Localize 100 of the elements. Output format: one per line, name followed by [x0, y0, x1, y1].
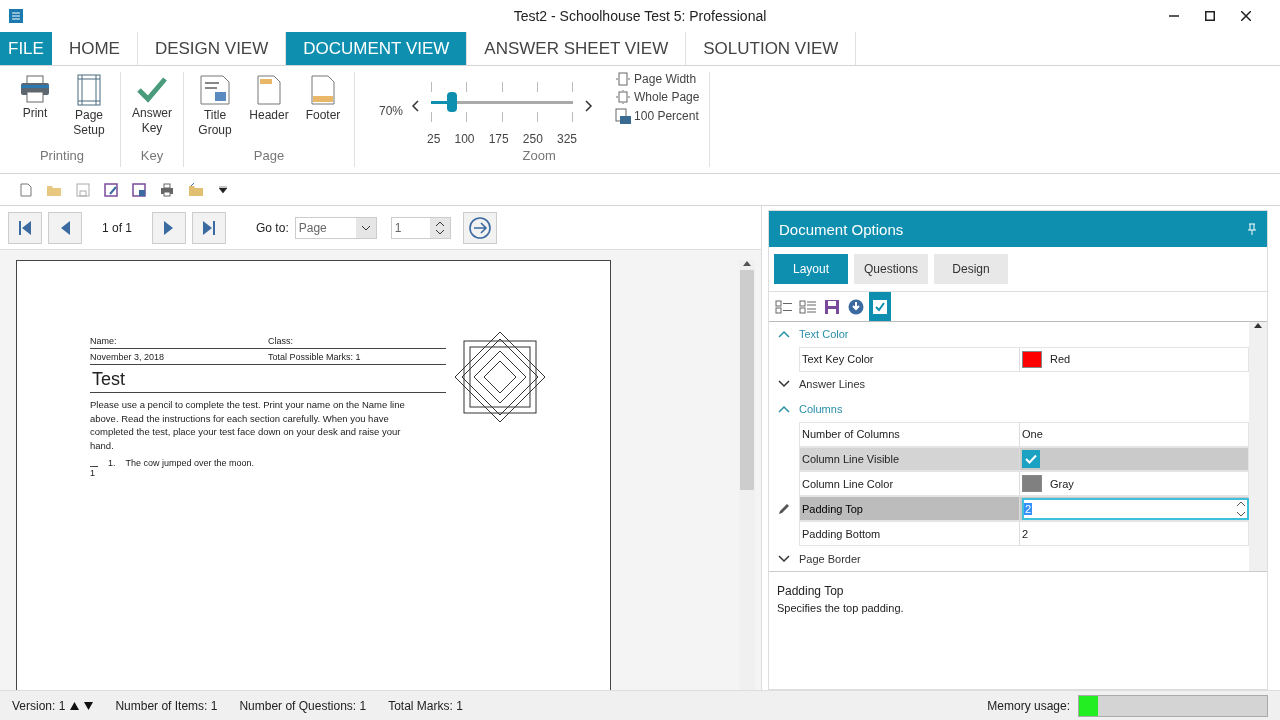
app-icon — [8, 8, 24, 24]
chevron-left-icon — [411, 100, 420, 112]
property-value-cell[interactable] — [1020, 446, 1249, 472]
tick-label: 325 — [557, 132, 577, 146]
question-number: 1. — [108, 458, 116, 470]
goto-type-dropdown[interactable]: Page — [294, 216, 377, 239]
ribbon-button[interactable]: Header — [244, 72, 294, 125]
pencil-icon — [778, 502, 790, 515]
ribbon-button[interactable]: Footer — [298, 72, 348, 125]
zoom-option[interactable]: 100 Percent — [615, 108, 700, 124]
property-name[interactable]: Number of Columns — [799, 421, 1020, 447]
group-label: Printing — [39, 148, 85, 165]
property-value: 2 — [1022, 527, 1029, 540]
expand-icon[interactable] — [778, 554, 790, 563]
save-template-icon[interactable] — [132, 182, 146, 197]
collapse-icon[interactable] — [778, 405, 790, 414]
previous-page-icon — [59, 219, 71, 236]
version-up-icon[interactable] — [70, 701, 80, 710]
ribbon-button[interactable]: Page Setup — [64, 72, 114, 140]
marks-count: Total Marks: 1 — [388, 698, 463, 713]
version-down-icon[interactable] — [84, 701, 94, 710]
group-label: Page — [253, 148, 285, 165]
minimize-icon — [1169, 15, 1179, 17]
panel-title: Document Options — [779, 220, 905, 238]
name-label: Name: — [90, 336, 118, 346]
file-menu-tab[interactable]: FILE — [0, 32, 52, 65]
collapse-icon[interactable] — [778, 330, 790, 339]
panel-tab[interactable]: Design — [934, 254, 1008, 284]
collapse-list-icon — [775, 299, 793, 314]
toolbar-button[interactable] — [869, 292, 891, 321]
zoom-reading: 70% — [379, 104, 404, 118]
goto-number-field[interactable]: 1 — [390, 216, 451, 239]
property-name[interactable]: Text Key Color — [799, 346, 1020, 372]
slider-thumb[interactable] — [447, 92, 458, 112]
page-width-icon — [615, 72, 632, 86]
expand-icon[interactable] — [778, 380, 790, 389]
category-label[interactable]: Columns — [799, 403, 843, 416]
ribbon-button[interactable]: Print — [10, 72, 60, 123]
instructions-text: Please use a pencil to complete the test. Print your name on the Name line above. Read the instructions for each section carefully. When you have completed the test, place your test face down on your desk and raise your hand. — [90, 398, 406, 452]
printer-icon[interactable] — [19, 74, 51, 104]
property-name[interactable]: Padding Top — [799, 496, 1020, 522]
property-value-cell[interactable]: Gray — [1020, 471, 1249, 497]
panel-tab[interactable]: Layout — [774, 254, 848, 284]
property-value: Red — [1050, 353, 1071, 366]
group-label: Zoom — [522, 148, 556, 165]
ribbon-button[interactable]: Title Group — [190, 72, 240, 140]
property-name[interactable]: Column Line Visible — [799, 446, 1020, 472]
checkbox-icon — [873, 299, 887, 314]
property-value-cell[interactable]: One — [1020, 421, 1249, 447]
items-count: Number of Items: 1 — [115, 698, 218, 713]
category-label[interactable]: Answer Lines — [799, 378, 866, 391]
zoom-option[interactable]: Page Width — [615, 72, 700, 86]
goto-label: Go to: — [256, 220, 289, 235]
scroll-up-icon — [1254, 322, 1262, 328]
pin-icon[interactable] — [1247, 223, 1257, 235]
document-image-icon[interactable] — [199, 74, 231, 106]
panel-tab[interactable]: Questions — [854, 254, 928, 284]
tick-label: 175 — [488, 132, 509, 146]
check-icon — [1025, 454, 1037, 464]
new-document-icon[interactable] — [20, 182, 32, 197]
zoom-option[interactable]: Whole Page — [615, 90, 700, 104]
chevron-right-icon — [585, 100, 594, 112]
property-value: One — [1022, 428, 1043, 441]
grid-scrollbar[interactable] — [1249, 322, 1267, 571]
go-button[interactable] — [462, 211, 497, 244]
window-title: Test2 - Schoolhouse Test 5: Professional — [512, 8, 768, 24]
spin-arrows-icon — [434, 219, 445, 236]
ribbon-button[interactable]: Answer Key — [127, 72, 177, 138]
arrow-circle-icon — [468, 216, 491, 239]
vertical-scrollbar[interactable] — [739, 260, 755, 690]
property-value-cell[interactable]: Red — [1020, 346, 1249, 372]
previous-page-button[interactable] — [48, 211, 82, 244]
total-marks: Total Possible Marks: 1 — [268, 352, 362, 362]
dropdown-icon[interactable] — [218, 185, 228, 194]
next-page-button[interactable] — [152, 211, 187, 244]
last-page-icon — [202, 219, 217, 236]
zoom-in-button[interactable] — [585, 100, 594, 112]
first-page-icon — [18, 219, 32, 236]
property-name[interactable]: Padding Bottom — [799, 521, 1020, 547]
chevron-down-icon — [360, 224, 371, 231]
category-label[interactable]: Text Color — [799, 328, 849, 341]
last-page-button[interactable] — [192, 211, 227, 244]
close-icon — [1241, 11, 1251, 21]
test-date: November 3, 2018 — [90, 352, 166, 362]
checkbox[interactable] — [1022, 450, 1040, 468]
zoom-out-button[interactable] — [411, 100, 420, 112]
tick-label: 25 — [427, 132, 441, 146]
save-as-icon[interactable] — [104, 182, 118, 197]
property-value-cell[interactable]: 2 — [1020, 521, 1249, 547]
ribbon-tab[interactable]: DOCUMENT VIEW — [286, 32, 468, 65]
tick-label: 250 — [522, 132, 543, 146]
property-name[interactable]: Column Line Color — [799, 471, 1020, 497]
spin-arrows-icon[interactable] — [1235, 499, 1247, 518]
first-page-button[interactable] — [8, 211, 42, 244]
zoom-slider[interactable] — [431, 92, 574, 112]
page-setup-icon[interactable] — [76, 74, 102, 106]
printer-icon[interactable] — [160, 182, 174, 197]
category-label[interactable]: Page Border — [799, 552, 861, 565]
tick-label: 100 — [454, 132, 475, 146]
version-label: Version: 1 — [12, 698, 66, 713]
